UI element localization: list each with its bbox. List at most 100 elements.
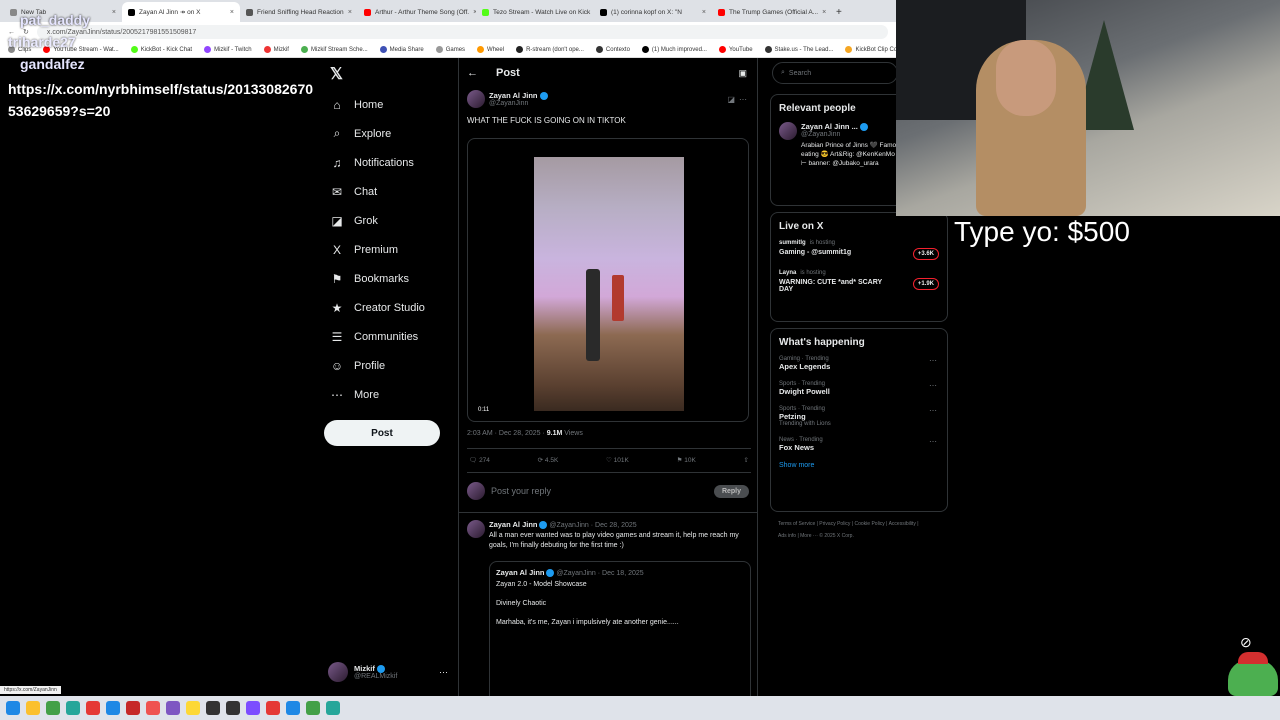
- trend-more-icon[interactable]: ⋯: [929, 437, 937, 446]
- reader-icon[interactable]: ▣: [738, 68, 747, 79]
- taskbar-app-icon[interactable]: [26, 701, 40, 715]
- more-icon[interactable]: ⋯: [739, 95, 747, 104]
- taskbar-app-icon[interactable]: [126, 701, 140, 715]
- bookmark-item[interactable]: Mizkif: [263, 46, 289, 53]
- trend-item[interactable]: Sports · Trending Dwight Powell ⋯: [779, 381, 939, 396]
- bookmark-item[interactable]: Games: [435, 46, 465, 53]
- bookmark-item[interactable]: Stake.us - The Lead...: [764, 46, 833, 53]
- bookmark-item[interactable]: (1) Much improved...: [641, 46, 707, 53]
- trend-item[interactable]: Gaming · Trending Apex Legends ⋯: [779, 356, 939, 371]
- author-avatar[interactable]: [467, 90, 485, 108]
- bookmark-item[interactable]: YouTube: [718, 46, 753, 53]
- bookmark-action[interactable]: ⚑ 10K: [677, 456, 696, 464]
- back-arrow-icon[interactable]: ←: [467, 67, 478, 79]
- close-tab-icon[interactable]: ×: [348, 9, 352, 16]
- taskbar-app-icon[interactable]: [106, 701, 120, 715]
- nav-profile[interactable]: ☺ Profile: [322, 351, 458, 380]
- browser-tab[interactable]: The Trump Games (Official A... ×: [712, 2, 830, 22]
- repost-action[interactable]: ⟳ 4.5K: [538, 456, 559, 464]
- taskbar-app-icon[interactable]: [326, 701, 340, 715]
- like-action[interactable]: ♡ 101K: [606, 456, 629, 464]
- taskbar-app-icon[interactable]: [86, 701, 100, 715]
- close-tab-icon[interactable]: ×: [702, 9, 706, 16]
- bookmark-item[interactable]: KickBot Clip Comm...: [845, 46, 896, 53]
- live-item[interactable]: Layna is hosting WARNING: CUTE *and* SCARY…: [779, 270, 939, 293]
- search-input[interactable]: ⌕ Search: [772, 62, 898, 84]
- author-handle[interactable]: @ZayanJinn: [489, 100, 548, 107]
- video-player[interactable]: 0:11: [467, 138, 749, 422]
- taskbar-app-icon[interactable]: [46, 701, 60, 715]
- bookmark-item[interactable]: KickBot - Kick Chat: [130, 46, 192, 53]
- nav-grok[interactable]: ◪ Grok: [322, 206, 458, 235]
- browser-tab[interactable]: Arthur - Arthur Theme Song (Off. ×: [358, 2, 476, 22]
- show-more-link[interactable]: Show more: [779, 462, 939, 469]
- close-tab-icon[interactable]: ×: [112, 9, 116, 16]
- reply-avatar[interactable]: [467, 520, 485, 538]
- post-button[interactable]: Post: [324, 420, 440, 446]
- taskbar-app-icon[interactable]: [286, 701, 300, 715]
- relevant-avatar[interactable]: [779, 122, 797, 140]
- taskbar-app-icon[interactable]: [66, 701, 80, 715]
- nav-communities[interactable]: ☰ Communities: [322, 322, 458, 351]
- live-item[interactable]: summitlg is hosting Gaming - @summit1g +3.6…: [779, 240, 939, 260]
- trend-item[interactable]: Sports · Trending Petzing ⋯ Trending with L…: [779, 406, 939, 427]
- bookmark-item[interactable]: Mizkif - Twitch: [204, 46, 252, 53]
- trend-more-icon[interactable]: ⋯: [929, 406, 937, 415]
- grok-icon[interactable]: ◪: [727, 95, 735, 104]
- taskbar-app-icon[interactable]: [206, 701, 220, 715]
- taskbar-app-icon[interactable]: [226, 701, 240, 715]
- bookmark-item[interactable]: Media Share: [379, 46, 424, 53]
- taskbar-app-icon[interactable]: [6, 701, 20, 715]
- x-logo-icon[interactable]: 𝕏: [330, 64, 343, 84]
- search-placeholder: Search: [788, 69, 812, 77]
- nav-more[interactable]: ⋯ More: [322, 380, 458, 409]
- footer-links[interactable]: Terms of Service | Privacy Policy | Cook…: [770, 518, 930, 542]
- taskbar-app-icon[interactable]: [146, 701, 160, 715]
- new-tab-icon[interactable]: +: [836, 7, 842, 18]
- browser-tab[interactable]: Friend Sniffing Head Reaction ×: [240, 2, 358, 22]
- reply-author[interactable]: Zayan Al Jinn: [489, 520, 537, 529]
- nav-explore[interactable]: ⌕ Explore: [322, 119, 458, 148]
- browser-tab[interactable]: (1) corinna kopf on X: "N ×: [594, 2, 712, 22]
- tab-favicon-icon: [600, 8, 607, 16]
- taskbar-app-icon[interactable]: [306, 701, 320, 715]
- reply-tweet[interactable]: Zayan Al Jinn @ZayanJinn · Dec 28, 2025 …: [467, 520, 751, 696]
- live-host-line: Layna is hosting: [779, 270, 939, 276]
- taskbar-app-icon[interactable]: [246, 701, 260, 715]
- reply-input[interactable]: Post your reply: [491, 486, 708, 496]
- bookmark-item[interactable]: Wheel: [477, 46, 504, 53]
- taskbar-app-icon[interactable]: [266, 701, 280, 715]
- post-timestamp[interactable]: 2:03 AM · Dec 28, 2025 ·: [467, 430, 547, 437]
- nav-chat[interactable]: ✉ Chat: [322, 177, 458, 206]
- bookmark-item[interactable]: Mizkif Stream Sche...: [300, 46, 368, 53]
- tab-label: Tezo Stream - Watch Live on Kick: [493, 8, 591, 16]
- nav-premium[interactable]: X Premium: [322, 235, 458, 264]
- nav-notifications[interactable]: ♫ Notifications: [322, 148, 458, 177]
- url-field[interactable]: x.com/ZayanJinn/status/20052179815515098…: [36, 25, 888, 39]
- quoted-tweet[interactable]: Zayan Al Jinn @ZayanJinn · Dec 18, 2025 …: [489, 561, 751, 696]
- reply-button[interactable]: Reply: [713, 484, 749, 498]
- relevant-name[interactable]: Zayan Al Jinn ...: [801, 122, 858, 131]
- nav-home[interactable]: ⌂ Home: [322, 90, 458, 119]
- bookmark-label: R-stream (don't ope...: [526, 46, 584, 53]
- trend-more-icon[interactable]: ⋯: [929, 356, 937, 365]
- close-tab-icon[interactable]: ×: [230, 9, 234, 16]
- author-name[interactable]: Zayan Al Jinn: [489, 91, 537, 100]
- trend-item[interactable]: News · Trending Fox News ⋯: [779, 437, 939, 452]
- more-options-icon[interactable]: ⋯: [439, 667, 448, 678]
- status-url: https://x.com/ZayanJinn: [0, 686, 61, 694]
- browser-tab[interactable]: Tezo Stream - Watch Live on Kick×: [476, 2, 594, 22]
- close-tab-icon[interactable]: ×: [822, 9, 826, 16]
- browser-tab[interactable]: Zayan Al Jinn ↠ on X ×: [122, 2, 240, 22]
- trend-more-icon[interactable]: ⋯: [929, 381, 937, 390]
- nav-creator-studio[interactable]: ★ Creator Studio: [322, 293, 458, 322]
- share-icon[interactable]: ⇧: [744, 456, 749, 464]
- bookmark-item[interactable]: Contexto: [595, 46, 630, 53]
- taskbar-app-icon[interactable]: [166, 701, 180, 715]
- account-switcher[interactable]: Mizkif @REALMizkif ⋯: [328, 662, 448, 682]
- bookmark-item[interactable]: R-stream (don't ope...: [516, 46, 584, 53]
- bookmarks-bar: Clips YouTube Stream - Wat... KickBot - Ki…: [0, 42, 896, 58]
- reply-action[interactable]: 🗨 274: [469, 456, 490, 464]
- taskbar-app-icon[interactable]: [186, 701, 200, 715]
- nav-bookmarks[interactable]: ⚑ Bookmarks: [322, 264, 458, 293]
